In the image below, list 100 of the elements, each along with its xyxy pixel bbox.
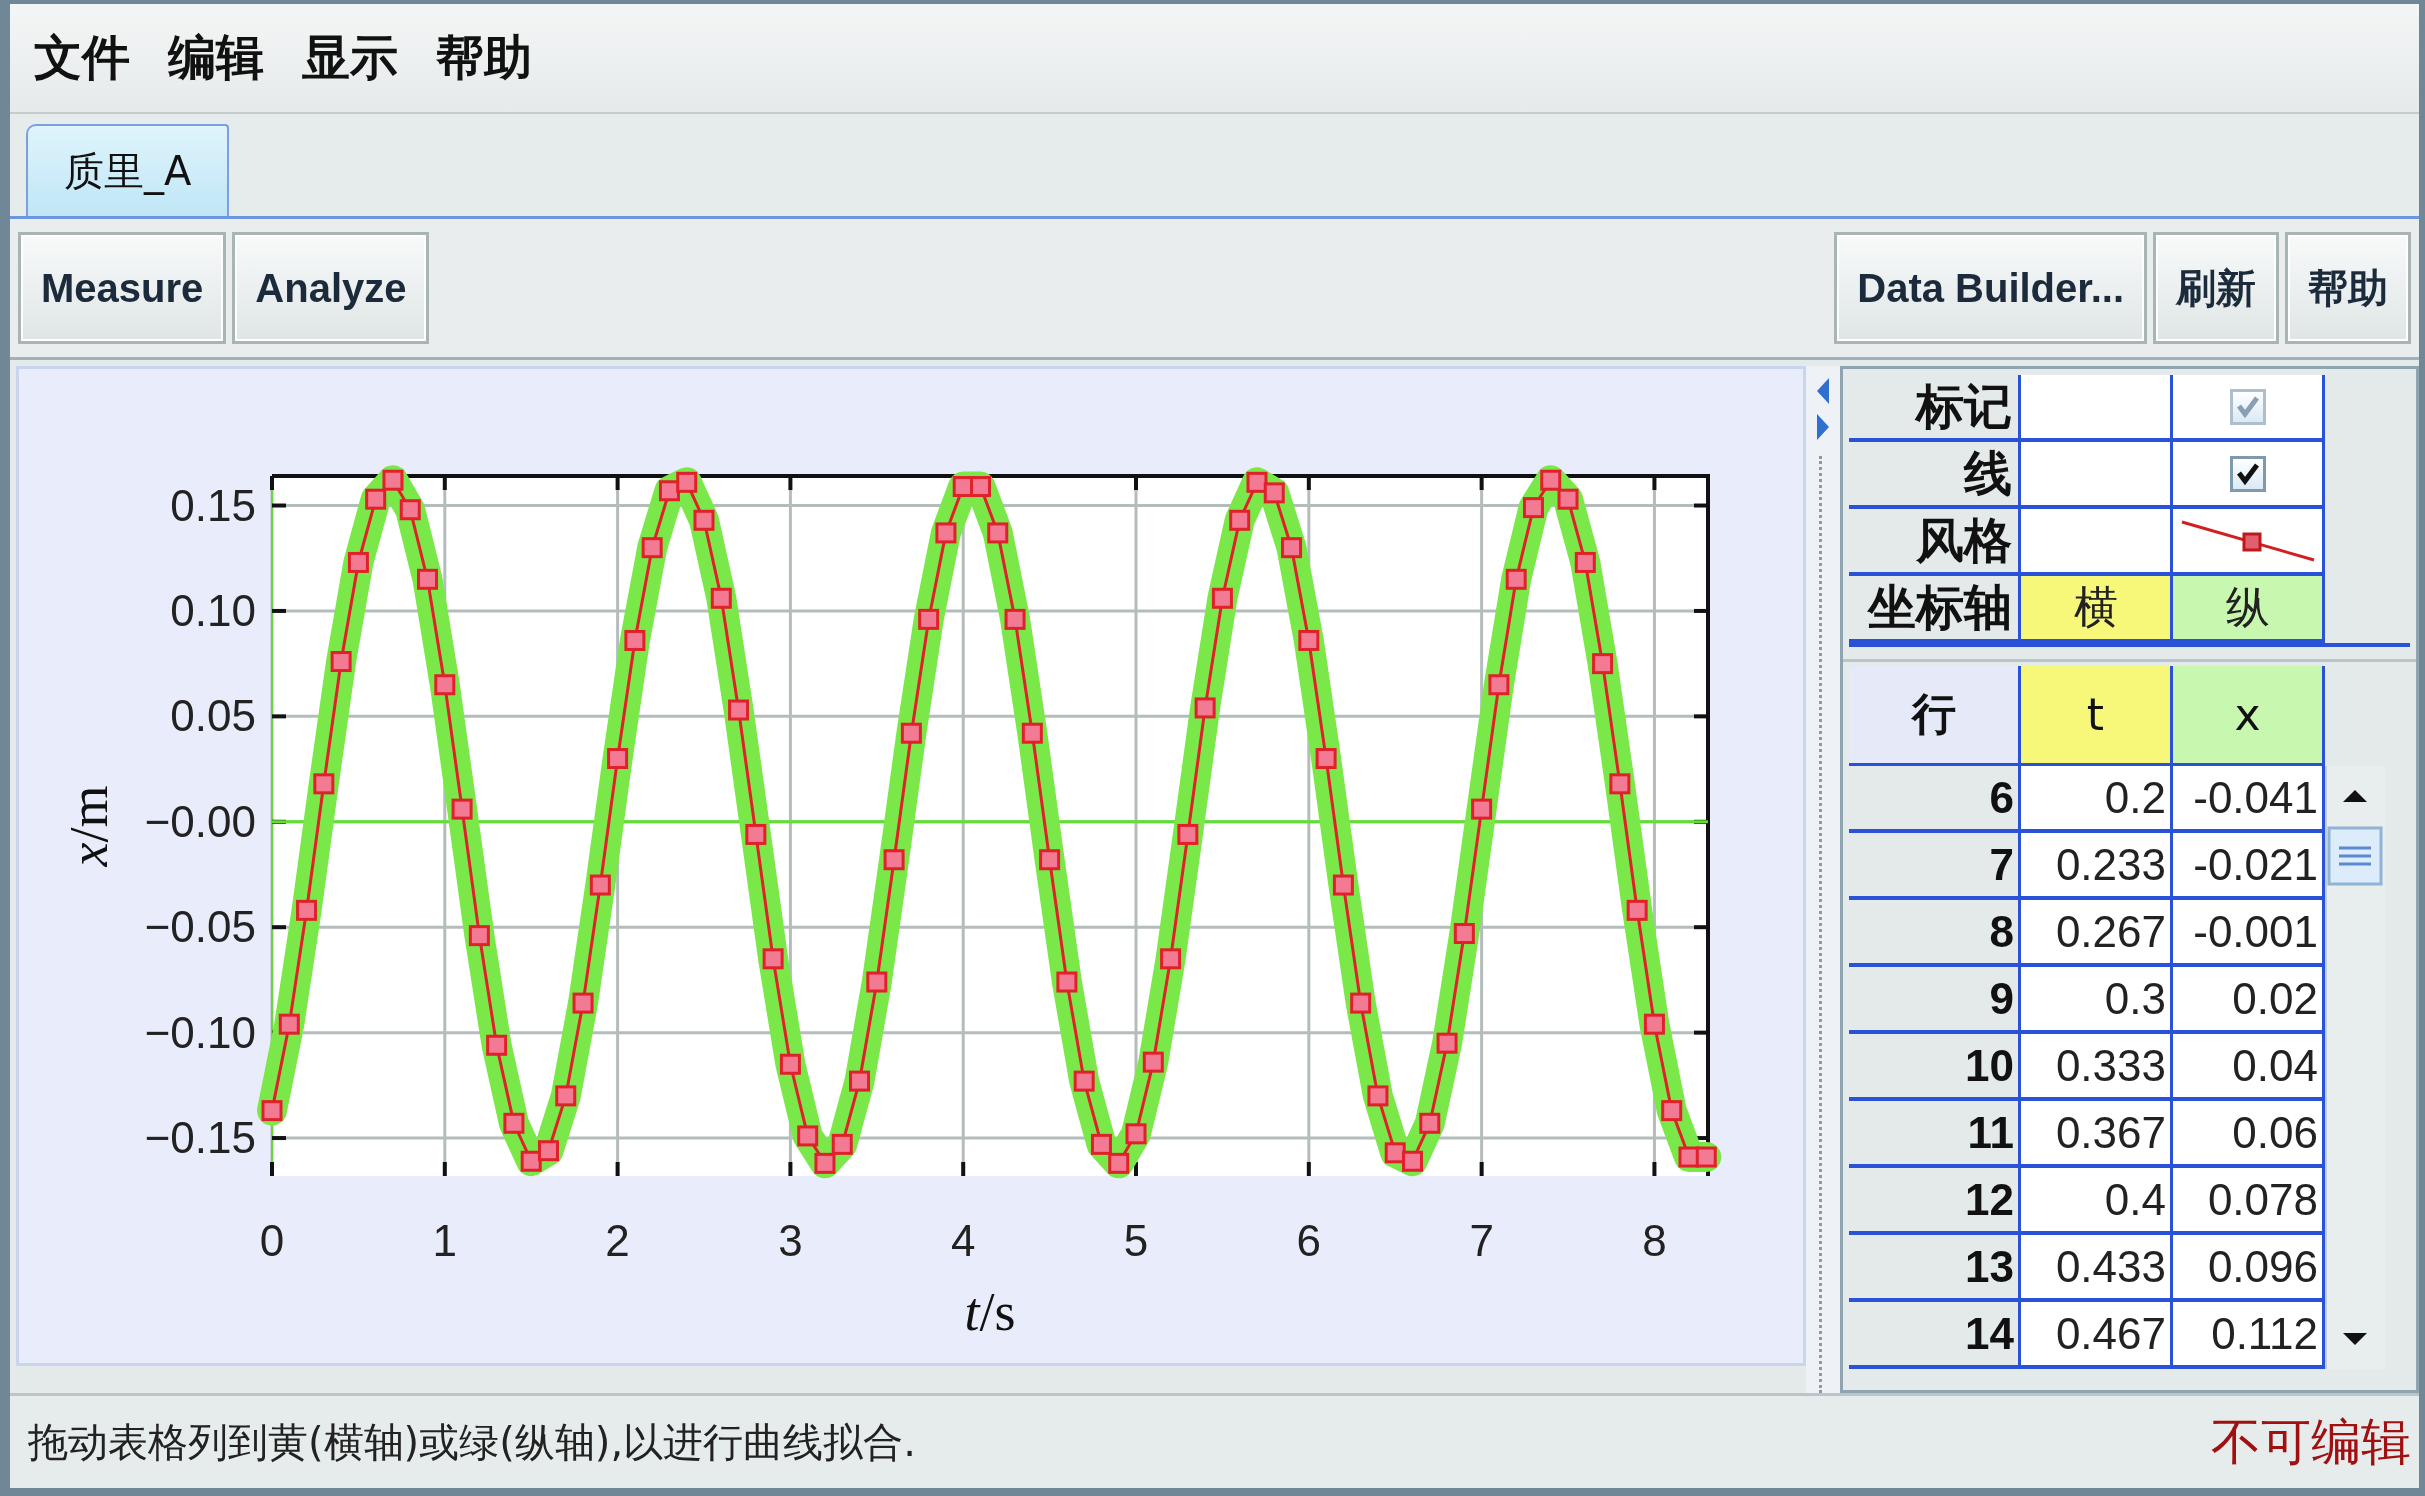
data-point (417, 568, 438, 590)
data-point (1298, 629, 1320, 651)
table-cell: 0.333 (2021, 1034, 2173, 1101)
table-cell: 0.2 (2021, 766, 2173, 833)
tick-label: 1 (432, 1216, 458, 1265)
property-label: 风格 (1849, 509, 2021, 576)
tick-label: 0.10 (170, 585, 256, 635)
tick-label: 3 (778, 1216, 803, 1265)
toolbar-button[interactable]: 帮助 (2285, 232, 2411, 344)
data-point (1626, 899, 1648, 921)
menu-item[interactable]: 显示 (302, 26, 398, 90)
data-point (1695, 1146, 1717, 1168)
data-point (468, 925, 490, 947)
data-point (1160, 948, 1182, 970)
status-hint: 拖动表格列到黄(横轴)或绿(纵轴),以进行曲线拟合. (28, 1417, 916, 1467)
toolbar-button[interactable]: Data Builder... (1834, 232, 2147, 344)
data-point (866, 971, 888, 993)
table-cell: 0.267 (2021, 900, 2173, 967)
data-point (538, 1140, 559, 1162)
data-point (1453, 923, 1475, 945)
column-header[interactable]: t (2021, 666, 2173, 766)
data-point (1643, 1013, 1665, 1035)
tick-label: −0.15 (144, 1113, 256, 1163)
data-point (745, 823, 767, 845)
table-cell: 0.096 (2173, 1235, 2325, 1302)
tab[interactable]: 质里_A (26, 124, 230, 216)
data-point (1557, 488, 1579, 510)
data-point (296, 899, 318, 921)
row-number: 6 (1849, 766, 2021, 833)
table-cell: 0.3 (2021, 967, 2173, 1034)
table-cell: 0.367 (2021, 1101, 2173, 1168)
axis-cell[interactable]: 横 (2021, 576, 2173, 643)
toolbar-button[interactable]: Analyze (232, 232, 430, 344)
scrollbar[interactable] (2325, 766, 2385, 1369)
data-point (1350, 992, 1372, 1014)
data-point (1142, 1051, 1164, 1073)
property-label: 标记 (1849, 375, 2021, 442)
table-cell: 0.233 (2021, 833, 2173, 900)
data-point (399, 499, 421, 521)
data-point (1246, 471, 1268, 493)
data-point (1471, 798, 1493, 820)
row-number: 7 (1849, 833, 2021, 900)
data-point (330, 651, 352, 673)
data-point (797, 1125, 819, 1147)
checkbox[interactable] (2229, 455, 2266, 492)
data-point (261, 1100, 283, 1122)
table-cell: -0.041 (2173, 766, 2325, 833)
data-point (1505, 568, 1527, 590)
data-point (365, 488, 387, 510)
data-point (1540, 469, 1562, 491)
toolbar-button[interactable]: Measure (18, 232, 227, 344)
data-point (935, 522, 957, 544)
tick-label: 5 (1123, 1216, 1149, 1265)
axis-label: t/s (964, 1281, 1016, 1343)
data-point (1609, 773, 1631, 795)
data-point (900, 722, 922, 744)
tick-label: −0.05 (144, 902, 256, 952)
data-point (918, 608, 940, 630)
data-point (572, 992, 594, 1014)
row-number: 9 (1849, 967, 2021, 1034)
data-point (313, 773, 335, 795)
row-number: 11 (1849, 1101, 2021, 1168)
data-point (451, 798, 473, 820)
data-point (728, 699, 750, 721)
data-point (607, 748, 629, 770)
table-cell: 0.112 (2173, 1302, 2325, 1369)
data-point (1436, 1032, 1458, 1054)
toolbar-button[interactable]: 刷新 (2153, 232, 2279, 344)
table-cell: 0.078 (2173, 1168, 2325, 1235)
column-header[interactable]: x (2173, 666, 2325, 766)
tick-label: 7 (1469, 1216, 1494, 1265)
table-cell: 0.02 (2173, 967, 2325, 1034)
data-point (278, 1013, 300, 1035)
data-point (1177, 823, 1199, 845)
data-point (710, 587, 732, 609)
data-point (658, 480, 680, 502)
table-cell: 0.04 (2173, 1034, 2325, 1101)
data-point (693, 509, 715, 531)
data-point (1125, 1123, 1147, 1145)
table-cell: 0.433 (2021, 1235, 2173, 1302)
tick-label: 0.05 (170, 691, 256, 741)
scroll-thumb[interactable] (2327, 826, 2383, 886)
tick-label: −0.00 (144, 796, 256, 846)
data-point (1488, 674, 1510, 696)
collapse-left-icon[interactable] (1815, 376, 1831, 406)
axis-cell[interactable]: 纵 (2173, 576, 2325, 643)
row-number: 13 (1849, 1235, 2021, 1302)
data-point (1056, 971, 1078, 993)
column-header[interactable]: 行 (1849, 666, 2021, 766)
data-point (555, 1085, 577, 1107)
table-cell: 0.467 (2021, 1302, 2173, 1369)
data-point (1021, 722, 1043, 744)
collapse-right-icon[interactable] (1815, 412, 1831, 442)
menu-item[interactable]: 帮助 (436, 26, 532, 90)
property-label: 坐标轴 (1849, 576, 2021, 643)
data-point (486, 1034, 508, 1056)
menu-item[interactable]: 编辑 (168, 26, 264, 90)
menu-item[interactable]: 文件 (34, 26, 130, 90)
data-point (347, 551, 369, 573)
data-point (1211, 587, 1233, 609)
